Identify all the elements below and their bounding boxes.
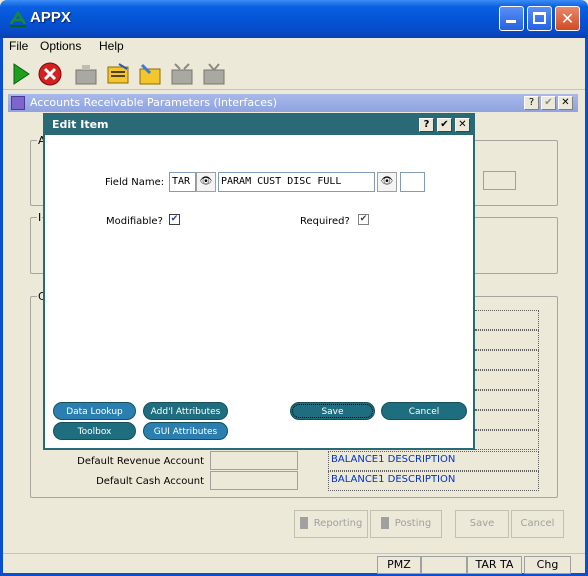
inner-ok-button[interactable]: ✔: [541, 96, 556, 110]
status-bar: PMZ TAR TA Chg: [3, 553, 585, 574]
desc-field-row: [475, 430, 539, 450]
dialog-ok-button[interactable]: ✔: [437, 118, 452, 132]
modifiable-label: Modifiable?: [106, 216, 163, 227]
field-name-label: Field Name:: [105, 177, 165, 188]
dialog-close-button[interactable]: ✕: [455, 118, 470, 132]
modifiable-checkbox[interactable]: ✔: [169, 214, 180, 225]
status-tar-ta: TAR TA: [467, 556, 522, 574]
post-icon: [380, 517, 389, 529]
dialog-cancel-button[interactable]: Cancel: [381, 402, 467, 420]
dialog-help-button[interactable]: ?: [419, 118, 434, 132]
minimize-icon: [506, 20, 516, 23]
open-icon[interactable]: [137, 61, 163, 87]
inner-save-button-label: Save: [469, 518, 495, 529]
inner-cancel-button[interactable]: Cancel: [511, 510, 564, 538]
field-name-input[interactable]: PARAM CUST DISC FULL: [218, 172, 375, 192]
desc-field-row: [475, 350, 539, 370]
inner-window-titlebar[interactable]: Accounts Receivable Parameters (Interfac…: [8, 94, 578, 112]
menu-help[interactable]: Help: [99, 39, 124, 53]
addl-attributes-button[interactable]: Add'l Attributes: [143, 402, 228, 420]
close-button[interactable]: ✕: [555, 6, 580, 31]
window-titlebar[interactable]: APPX ✕: [0, 0, 588, 38]
desc-field-row: [475, 370, 539, 390]
folder2-icon[interactable]: [169, 61, 195, 87]
edit-item-dialog: Edit Item ? ✔ ✕ Field Name: TAR 👁 PARAM …: [43, 113, 475, 450]
window-title: APPX: [30, 9, 71, 26]
reporting-button-label: Reporting: [313, 518, 363, 529]
toolbar: [3, 58, 585, 90]
groupbox-2-label: I: [37, 211, 43, 224]
binoculars-icon: 👁: [380, 176, 394, 187]
posting-button-label: Posting: [394, 518, 432, 529]
check-icon: ✔: [359, 214, 368, 224]
maximize-icon: [533, 12, 546, 24]
edit-item-titlebar[interactable]: Edit Item ? ✔ ✕: [45, 115, 473, 135]
tv-icon[interactable]: [201, 61, 227, 87]
inner-save-button[interactable]: Save: [455, 510, 509, 538]
check-icon: ✔: [170, 214, 179, 224]
close-icon: ✕: [560, 9, 575, 28]
field-name-lookup-button[interactable]: 👁: [377, 172, 397, 192]
default-revenue-description: BALANCE1 DESCRIPTION: [328, 451, 539, 471]
inner-window-title: Accounts Receivable Parameters (Interfac…: [30, 96, 278, 109]
status-chg: Chg: [524, 556, 571, 574]
minimize-button[interactable]: [499, 6, 524, 31]
default-cash-description: BALANCE1 DESCRIPTION: [328, 471, 539, 491]
menu-file[interactable]: File: [9, 39, 28, 53]
toolbox-button[interactable]: Toolbox: [53, 422, 136, 440]
data-lookup-button[interactable]: Data Lookup: [53, 402, 136, 420]
field-suffix-input[interactable]: [400, 172, 425, 192]
desc-field-row: [475, 390, 539, 410]
default-cash-label: Default Cash Account: [96, 476, 204, 487]
desc-field-row: [475, 330, 539, 350]
maximize-button[interactable]: [527, 6, 552, 31]
stop-icon[interactable]: [37, 61, 63, 87]
binoculars-icon: 👁: [199, 176, 213, 187]
folder-icon[interactable]: [73, 61, 99, 87]
desc-field-row: [475, 310, 539, 330]
inner-help-button[interactable]: ?: [524, 96, 539, 110]
status-pmz: PMZ: [377, 556, 421, 574]
default-cash-account-field[interactable]: [210, 471, 298, 490]
appx-logo-icon: [9, 10, 27, 27]
menu-bar: File Options Help: [3, 38, 585, 58]
groupbox-1-field[interactable]: [483, 171, 516, 190]
reporting-button[interactable]: Reporting: [294, 510, 368, 538]
inner-cancel-button-label: Cancel: [520, 518, 555, 529]
dialog-save-button[interactable]: Save: [290, 402, 375, 420]
default-revenue-label: Default Revenue Account: [77, 456, 204, 467]
menu-options[interactable]: Options: [40, 39, 81, 53]
required-checkbox[interactable]: ✔: [358, 214, 369, 225]
window-frame-left: [0, 38, 3, 576]
field-prefix-input[interactable]: TAR: [169, 172, 196, 192]
report-icon: [299, 517, 308, 529]
required-label: Required?: [300, 216, 350, 227]
default-revenue-account-field[interactable]: [210, 451, 298, 470]
field-prefix-lookup-button[interactable]: 👁: [196, 172, 216, 192]
gui-attributes-button[interactable]: GUI Attributes: [143, 422, 228, 440]
run-icon[interactable]: [8, 61, 34, 87]
edit-item-title: Edit Item: [52, 118, 109, 131]
inner-close-button[interactable]: ✕: [558, 96, 573, 110]
status-empty: [421, 556, 467, 574]
posting-button[interactable]: Posting: [370, 510, 442, 538]
edit-icon[interactable]: [105, 61, 131, 87]
form-icon: [11, 96, 25, 110]
desc-field-row: [475, 410, 539, 430]
